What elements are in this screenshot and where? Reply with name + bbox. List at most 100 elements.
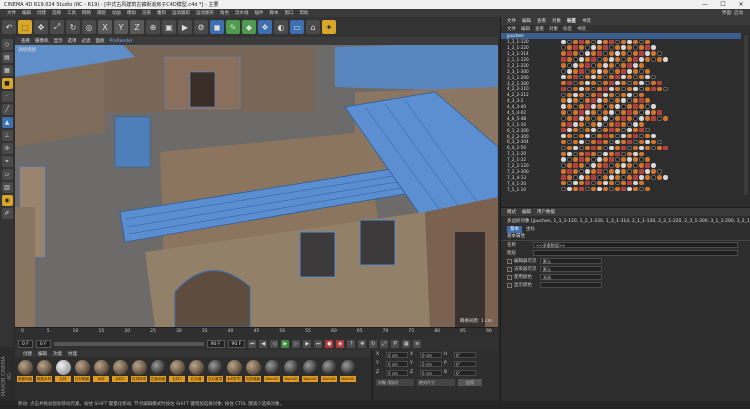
material-tag-icon[interactable] <box>567 122 572 127</box>
material-tag-icon[interactable] <box>567 98 572 103</box>
material-tag-icon[interactable] <box>651 74 656 80</box>
material-tag-icon[interactable] <box>615 151 620 156</box>
material-tag-icon[interactable] <box>579 39 584 45</box>
x-axis-icon[interactable]: X <box>98 20 112 34</box>
material-tag-icon[interactable] <box>573 51 578 56</box>
material-tag-icon[interactable] <box>591 51 596 56</box>
material-tag-icon[interactable] <box>615 86 620 92</box>
material-tag-icon[interactable] <box>615 74 620 80</box>
menu-item[interactable]: 角色 <box>217 10 232 16</box>
material-tag-icon[interactable] <box>639 57 644 62</box>
material-tag-icon[interactable] <box>597 104 602 109</box>
material-tag-icon[interactable] <box>645 86 650 92</box>
apply-button[interactable]: 应用 <box>458 379 482 386</box>
material-tag-icon[interactable] <box>651 139 656 145</box>
material-tag-icon[interactable] <box>633 186 638 192</box>
material-tag-icon[interactable] <box>645 69 650 74</box>
material-tag-icon[interactable] <box>573 151 578 156</box>
material-tag-icon[interactable] <box>585 127 590 133</box>
material-tag-icon[interactable] <box>597 63 602 68</box>
material-tag-icon[interactable] <box>651 104 656 109</box>
material-tag-icon[interactable] <box>591 175 596 180</box>
tweak-mode-icon[interactable]: ✢ <box>1 143 13 154</box>
material-tag-icon[interactable] <box>645 45 650 50</box>
material-tag-icon[interactable] <box>573 122 578 127</box>
material-tag-icon[interactable] <box>645 110 650 115</box>
material-tag-icon[interactable] <box>639 186 644 192</box>
material-tag-icon[interactable] <box>603 157 608 162</box>
material-tag-icon[interactable] <box>585 169 590 174</box>
material-tag-icon[interactable] <box>561 157 566 162</box>
material-tag-icon[interactable] <box>597 163 602 168</box>
material-swatch[interactable]: 石材墙面 <box>74 360 90 382</box>
material-tag-icon[interactable] <box>561 104 566 109</box>
material-tag-icon[interactable] <box>597 133 602 139</box>
material-tag-icon[interactable] <box>585 139 590 145</box>
material-tag-icon[interactable] <box>609 133 614 139</box>
material-tag-icon[interactable] <box>567 86 572 92</box>
material-tag-icon[interactable] <box>657 57 662 62</box>
current-frame-field[interactable]: 0 F <box>35 340 51 348</box>
object-menu-item[interactable]: 编辑 <box>521 26 530 32</box>
material-tag-icon[interactable] <box>573 63 578 68</box>
attribute-menu-item[interactable]: 编辑 <box>522 209 531 215</box>
material-tag-icon[interactable] <box>591 151 596 156</box>
keyframe-selection-icon[interactable]: ? <box>347 340 356 348</box>
material-tag-icon[interactable] <box>645 145 650 151</box>
material-tag-icon[interactable] <box>609 139 614 145</box>
material-tag-icon[interactable] <box>627 39 632 45</box>
material-tag-icon[interactable] <box>639 151 644 156</box>
material-tag-icon[interactable] <box>585 151 590 156</box>
material-tag-icon[interactable] <box>621 127 626 133</box>
material-tag-icon[interactable] <box>591 157 596 162</box>
undo-icon[interactable]: ↶ <box>2 20 16 34</box>
material-tag-icon[interactable] <box>579 69 584 74</box>
goto-end-icon[interactable]: ⏭ <box>314 340 323 348</box>
material-tag-icon[interactable] <box>585 122 590 127</box>
material-tag-icon[interactable] <box>627 151 632 156</box>
material-tag-icon[interactable] <box>585 98 590 103</box>
coord-field[interactable]: 0 cm <box>420 351 442 358</box>
max-frame-field[interactable]: 90 F <box>227 340 246 348</box>
material-tag-icon[interactable] <box>615 51 620 56</box>
material-tag-icon[interactable] <box>573 110 578 115</box>
material-tag-icon[interactable] <box>609 51 614 56</box>
attribute-dropdown[interactable]: 关闭 <box>540 274 602 280</box>
material-tag-icon[interactable] <box>609 145 614 151</box>
material-tag-icon[interactable] <box>597 157 602 162</box>
material-tag-icon[interactable] <box>585 157 590 162</box>
material-tag-icon[interactable] <box>627 80 632 86</box>
material-tag-icon[interactable] <box>621 63 626 68</box>
material-tag-icon[interactable] <box>663 116 668 121</box>
material-tag-icon[interactable] <box>567 139 572 145</box>
material-tag-icon[interactable] <box>633 139 638 145</box>
material-tag-icon[interactable] <box>597 110 602 115</box>
camera-icon[interactable]: ⌂ <box>306 20 320 34</box>
material-tag-icon[interactable] <box>639 169 644 174</box>
menu-item[interactable]: 渲染 <box>139 10 154 16</box>
material-swatch[interactable]: 房屋木材 <box>36 360 52 382</box>
material-tag-icon[interactable] <box>609 110 614 115</box>
material-tag-icon[interactable] <box>609 45 614 50</box>
material-tag-icon[interactable] <box>615 175 620 180</box>
material-tag-icon[interactable] <box>645 163 650 168</box>
material-tag-icon[interactable] <box>633 157 638 162</box>
material-tag-icon[interactable] <box>657 51 662 56</box>
lock-workplane-icon[interactable]: ▥ <box>1 182 13 193</box>
material-tag-icon[interactable] <box>645 39 650 45</box>
material-tag-icon[interactable] <box>639 69 644 74</box>
prev-frame-icon[interactable]: ◁ <box>270 340 279 348</box>
coord-field[interactable]: 0° <box>454 360 476 367</box>
material-tag-icon[interactable] <box>585 145 590 151</box>
tab-basic[interactable]: 基本 <box>507 225 522 233</box>
material-tag-icon[interactable] <box>633 98 638 103</box>
material-tag-icon[interactable] <box>579 80 584 86</box>
object-manager-tab[interactable]: 标签 <box>567 18 576 24</box>
cube-icon[interactable]: ◼ <box>210 20 224 34</box>
material-tag-icon[interactable] <box>627 169 632 174</box>
size-mode-select[interactable]: 绝对尺寸 <box>417 379 455 386</box>
material-tag-icon[interactable] <box>597 180 602 186</box>
material-tag-icon[interactable] <box>639 133 644 139</box>
material-tag-icon[interactable] <box>561 116 566 121</box>
material-tag-icon[interactable] <box>657 86 662 92</box>
